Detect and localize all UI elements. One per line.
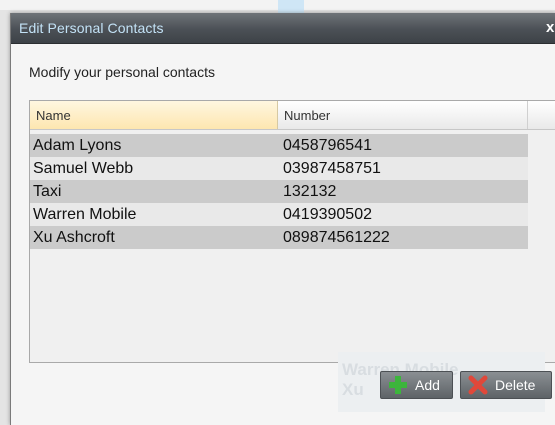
contact-number-cell[interactable]: 0419390502 bbox=[280, 203, 528, 226]
contact-number-cell[interactable]: 0458796541 bbox=[280, 134, 528, 157]
close-icon[interactable]: x bbox=[546, 19, 555, 37]
add-button-label: Add bbox=[415, 377, 440, 393]
add-button[interactable]: Add bbox=[380, 371, 453, 399]
contact-name-cell[interactable]: Warren Mobile bbox=[30, 203, 280, 226]
contact-number-cell[interactable]: 132132 bbox=[280, 180, 528, 203]
delete-button[interactable]: Delete bbox=[460, 371, 552, 399]
column-header-filler bbox=[528, 101, 555, 129]
grid-rows: Adam Lyons 0458796541 Samuel Webb 039874… bbox=[30, 134, 528, 249]
contact-name-cell[interactable]: Adam Lyons bbox=[30, 134, 280, 157]
table-row[interactable]: Adam Lyons 0458796541 bbox=[30, 134, 528, 157]
contacts-grid: Name Number Adam Lyons 0458796541 Samuel… bbox=[29, 100, 555, 363]
dialog-subtitle: Modify your personal contacts bbox=[29, 64, 215, 80]
contact-number-cell[interactable]: 089874561222 bbox=[280, 226, 528, 249]
column-header-number[interactable]: Number bbox=[278, 101, 528, 129]
cross-icon bbox=[467, 374, 489, 396]
delete-button-label: Delete bbox=[495, 377, 536, 393]
plus-icon bbox=[387, 374, 409, 396]
contact-name-cell[interactable]: Samuel Webb bbox=[30, 157, 280, 180]
contact-name-cell[interactable]: Xu Ashcroft bbox=[30, 226, 280, 249]
table-row[interactable]: Xu Ashcroft 089874561222 bbox=[30, 226, 528, 249]
grid-header: Name Number bbox=[30, 101, 555, 130]
table-row[interactable]: Samuel Webb 03987458751 bbox=[30, 157, 528, 180]
contact-number-cell[interactable]: 03987458751 bbox=[280, 157, 528, 180]
contact-name-cell[interactable]: Taxi bbox=[30, 180, 280, 203]
table-row[interactable]: Warren Mobile 0419390502 bbox=[30, 203, 528, 226]
dialog-title: Edit Personal Contacts bbox=[19, 20, 164, 36]
column-header-name[interactable]: Name bbox=[30, 101, 278, 129]
dialog-titlebar[interactable]: Edit Personal Contacts x bbox=[11, 13, 555, 44]
table-row[interactable]: Taxi 132132 bbox=[30, 180, 528, 203]
